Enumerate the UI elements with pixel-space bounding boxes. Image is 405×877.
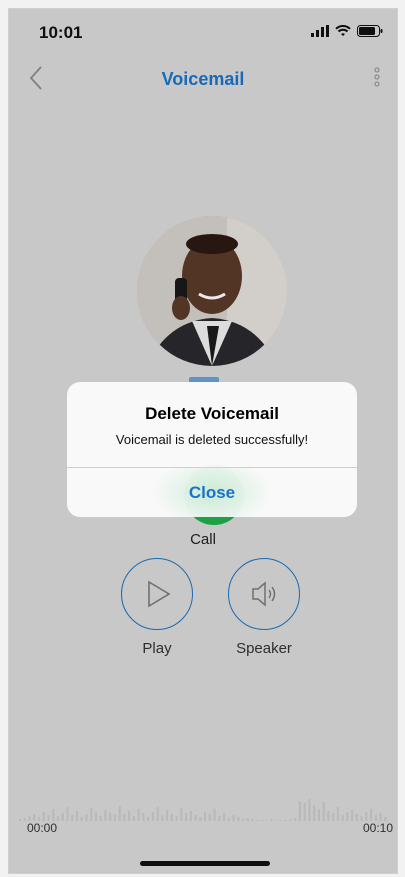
close-button[interactable]: Close bbox=[67, 468, 357, 517]
voicemail-screen: 10:01 Voicemail Call Play Speaker 00:00 … bbox=[8, 8, 398, 874]
alert-title: Delete Voicemail bbox=[145, 404, 279, 423]
alert-message: Voicemail is deleted successfully! bbox=[115, 432, 309, 447]
alert-dialog: Delete Voicemail Voicemail is deleted su… bbox=[67, 382, 357, 517]
